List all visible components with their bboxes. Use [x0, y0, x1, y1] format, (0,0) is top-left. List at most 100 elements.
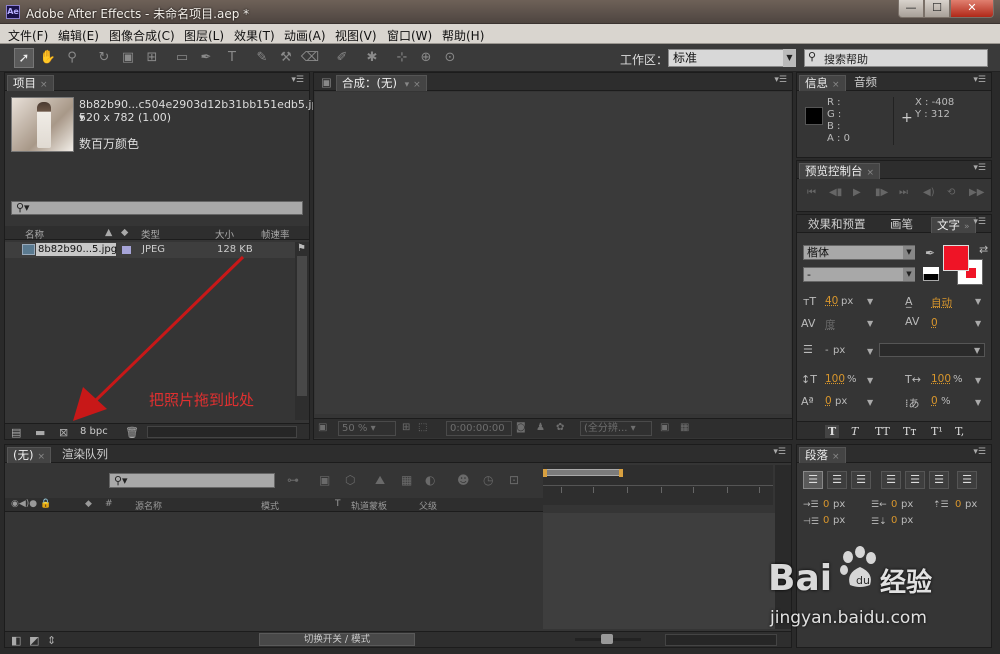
chevron-down-icon[interactable]: ▼	[867, 376, 873, 385]
chevron-down-icon[interactable]: ▼	[974, 346, 980, 355]
tab-composition[interactable]: 合成：(无) ▾ ×	[336, 75, 427, 91]
graph-editor-icon[interactable]: ⊡	[509, 473, 519, 487]
hide-shy-icon[interactable]: ⛰	[375, 473, 385, 488]
tab-effects-presets[interactable]: 效果和预置	[803, 217, 871, 233]
close-tab-icon[interactable]: ×	[37, 452, 45, 462]
chevron-down-icon[interactable]: ▼	[975, 398, 981, 407]
auto-keyframe-icon[interactable]: ◷	[483, 473, 493, 487]
resolution-select[interactable]: (全分辨... ▾	[580, 421, 652, 436]
vertical-scale-value[interactable]: 100	[825, 373, 845, 385]
panel-menu-icon[interactable]: ▾☰	[973, 75, 986, 85]
zoom-select[interactable]: 50 % ▾	[338, 421, 396, 436]
view-axis-icon[interactable]: ⊙	[440, 48, 460, 68]
channel-icon[interactable]: ✿	[556, 422, 564, 433]
menu-layer[interactable]: 图层(L)	[184, 27, 224, 44]
tab-audio[interactable]: 音频	[849, 75, 882, 91]
chevron-down-icon[interactable]: ▼	[867, 319, 873, 328]
col-type[interactable]: 类型	[141, 227, 160, 241]
work-area-end-handle[interactable]	[619, 469, 623, 477]
toggle-layer-switches-icon[interactable]: ◧	[11, 634, 21, 647]
brainstorm-icon[interactable]: ☻	[457, 473, 470, 487]
trash-icon[interactable]: 🗑	[125, 426, 139, 439]
layer-list[interactable]	[5, 513, 543, 629]
always-preview-icon[interactable]: ▣	[318, 422, 327, 433]
snapshot-icon[interactable]: ◙	[516, 422, 526, 433]
rotate-tool-icon[interactable]: ↻	[94, 48, 114, 68]
roto-brush-tool-icon[interactable]: ✐	[332, 48, 352, 68]
mask-icon[interactable]: ⬚	[418, 422, 427, 433]
previous-frame-icon[interactable]: ◀▮	[829, 187, 842, 198]
tab-project[interactable]: 项目 ×	[7, 75, 54, 91]
col-source-name[interactable]: 源名称	[135, 499, 162, 512]
kerning-value[interactable]: 度	[825, 317, 836, 332]
col-track-matte[interactable]: 轨道蒙板	[351, 499, 387, 512]
brush-tool-icon[interactable]: ✎	[252, 48, 272, 68]
play-icon[interactable]: ▶	[853, 187, 861, 198]
panel-menu-icon[interactable]: ▾☰	[773, 447, 786, 457]
pan-behind-tool-icon[interactable]: ⊞	[142, 48, 162, 68]
chevron-down-icon[interactable]: ▼	[903, 246, 915, 259]
loop-icon[interactable]: ⟲	[947, 187, 955, 198]
swap-colors-icon[interactable]: ⇄	[979, 243, 988, 256]
chevron-right-icon[interactable]: »	[964, 222, 970, 232]
panel-menu-icon[interactable]: ▾☰	[291, 75, 304, 85]
flowchart-icon[interactable]: ⚑	[297, 243, 306, 254]
menu-animation[interactable]: 动画(A)	[284, 27, 326, 44]
last-frame-icon[interactable]: ⏭	[899, 187, 908, 198]
camera-tool-icon[interactable]: ▣	[118, 48, 138, 68]
chevron-down-icon[interactable]: ▼	[783, 49, 796, 67]
chevron-down-icon[interactable]: ▼	[867, 398, 873, 407]
panel-menu-icon[interactable]: ▾☰	[973, 217, 986, 227]
bit-depth-button[interactable]: 8 bpc	[80, 426, 108, 437]
justify-right-button[interactable]: ☰	[929, 471, 949, 489]
all-caps-button[interactable]: TT	[875, 425, 890, 438]
menu-view[interactable]: 视图(V)	[335, 27, 377, 44]
menu-help[interactable]: 帮助(H)	[442, 27, 484, 44]
indent-left-value[interactable]: 0	[823, 499, 829, 510]
world-axis-icon[interactable]: ⊕	[416, 48, 436, 68]
rectangle-tool-icon[interactable]: ▭	[172, 48, 192, 68]
menu-composition[interactable]: 图像合成(C)	[109, 27, 175, 44]
menu-file[interactable]: 文件(F)	[8, 27, 48, 44]
selection-tool-icon[interactable]: ➚	[14, 48, 34, 68]
work-area-bar[interactable]	[545, 469, 621, 476]
timeline-hscrollbar[interactable]	[665, 634, 777, 646]
tab-brush[interactable]: 画笔	[885, 217, 918, 233]
faux-italic-button[interactable]: T	[851, 425, 858, 438]
horizontal-scale-value[interactable]: 100	[931, 373, 951, 385]
tab-timeline-none[interactable]: (无) ×	[7, 447, 52, 463]
interpret-footage-icon[interactable]: ▤	[11, 426, 21, 439]
font-style-select[interactable]: -	[803, 267, 915, 282]
col-parent[interactable]: 父级	[419, 499, 437, 512]
zoom-tool-icon[interactable]: ⚲	[62, 48, 82, 68]
panel-menu-icon[interactable]: ▾☰	[973, 447, 986, 457]
subscript-button[interactable]: T,	[955, 425, 964, 438]
leading-value[interactable]: 自动	[931, 295, 952, 310]
justify-all-button[interactable]: ☰	[957, 471, 977, 489]
align-left-button[interactable]: ☰	[803, 471, 823, 489]
chevron-down-icon[interactable]: ▼	[975, 297, 981, 306]
workspace-select[interactable]: 标准	[668, 49, 796, 67]
timeline-graph-area[interactable]	[543, 513, 775, 629]
font-family-select[interactable]: 楷体	[803, 245, 915, 260]
close-tab-icon[interactable]: ×	[413, 80, 421, 90]
eraser-tool-icon[interactable]: ⌫	[300, 48, 320, 68]
indent-right-value[interactable]: 0	[891, 499, 897, 510]
space-before-value[interactable]: 0	[955, 499, 961, 510]
next-frame-icon[interactable]: ▮▶	[875, 187, 888, 198]
new-composition-icon[interactable]: ⊠	[59, 426, 68, 439]
faux-bold-button[interactable]: T	[825, 425, 840, 438]
audio-icon[interactable]: ◀)	[923, 187, 935, 198]
col-mode[interactable]: 模式	[261, 499, 279, 512]
grid-icon[interactable]: ⊞	[402, 422, 410, 433]
new-folder-icon[interactable]: ▬	[35, 426, 45, 439]
frame-blending-icon[interactable]: ▦	[401, 473, 412, 487]
close-window-button[interactable]: ✕	[950, 0, 994, 18]
type-tool-icon[interactable]: T	[222, 48, 242, 68]
baseline-shift-value[interactable]: 0	[825, 395, 832, 407]
lock-icon[interactable]: ▣	[316, 75, 337, 91]
project-hscrollbar[interactable]	[147, 426, 297, 438]
col-size[interactable]: 大小	[215, 227, 234, 241]
menu-window[interactable]: 窗口(W)	[387, 27, 432, 44]
region-icon[interactable]: ▣	[660, 422, 669, 433]
